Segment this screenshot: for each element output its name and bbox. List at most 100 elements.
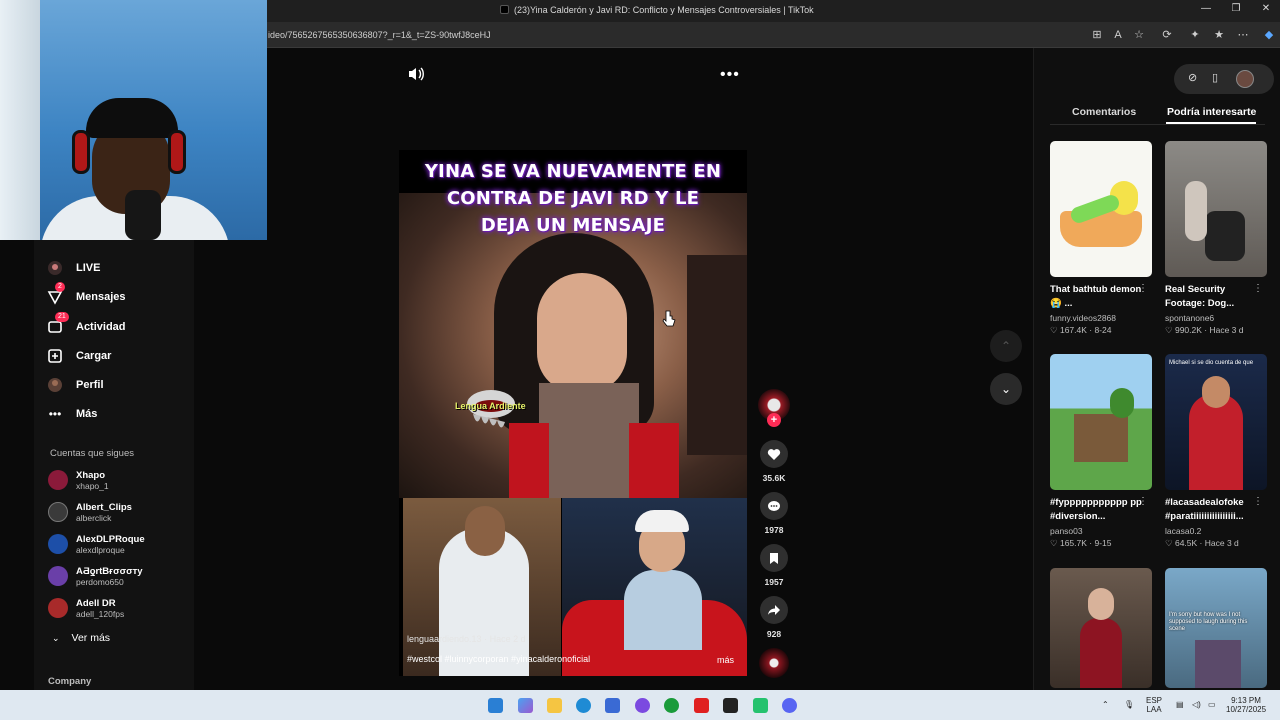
discord-icon[interactable]	[782, 698, 797, 713]
sidebar-item-messages[interactable]: 2 Mensajes	[46, 282, 126, 307]
read-aloud-icon[interactable]: A	[1111, 28, 1125, 42]
following-section-title: Cuentas que sigues	[50, 448, 134, 459]
avatar	[48, 502, 68, 522]
save-action[interactable]: 1957	[760, 544, 788, 587]
tab-title[interactable]: (23)Yina Calderón y Javi RD: Conflicto y…	[500, 5, 814, 15]
chevron-down-icon: ⌄	[1000, 382, 1012, 396]
edge-browser-icon[interactable]	[576, 698, 591, 713]
comment-action[interactable]: 1978	[760, 492, 788, 535]
app-icon[interactable]	[635, 698, 650, 713]
minimize-button[interactable]: —	[1196, 3, 1216, 14]
video-card[interactable]: #fyppppppppppp pp #diversion... ⋮ panso0…	[1050, 354, 1152, 549]
following-account[interactable]: Albert_Clips alberclick	[48, 498, 132, 526]
show-hidden-icons-icon[interactable]: ⌃	[1102, 700, 1109, 709]
network-icon[interactable]: ▤	[1176, 700, 1184, 709]
company-link[interactable]: Company	[48, 676, 91, 687]
share-action[interactable]: 928	[760, 596, 788, 639]
sidebar-item-live[interactable]: LIVE	[46, 258, 100, 278]
bookmark-icon[interactable]	[760, 544, 788, 572]
video-watermark: Lengua Ardiente	[455, 401, 526, 411]
card-options-icon[interactable]: ⋮	[1138, 283, 1148, 294]
video-thumbnail[interactable]	[1050, 141, 1152, 277]
file-explorer-icon[interactable]	[547, 698, 562, 713]
volume-tray-icon[interactable]: ◁)	[1192, 700, 1201, 709]
start-windows-icon[interactable]	[488, 698, 503, 713]
card-options-icon[interactable]: ⋮	[1138, 496, 1148, 507]
browser-menu-icon[interactable]: ⋯	[1236, 28, 1250, 42]
maximize-button[interactable]: ❐	[1226, 3, 1246, 14]
copilot-icon[interactable]: ◆	[1262, 28, 1276, 42]
music-disc-icon[interactable]	[759, 648, 789, 678]
video-card[interactable]: Michael si se dio cuenta de que #lacasad…	[1165, 354, 1267, 549]
more-dots-icon: •••	[48, 407, 62, 421]
sidebar-item-profile[interactable]: Perfil	[46, 375, 104, 395]
video-card[interactable]: I'm sorry but how was I not supposed to …	[1165, 568, 1267, 688]
left-sidebar: LIVE 2 Mensajes 21 Actividad Cargar Perf…	[34, 240, 194, 690]
see-more-button[interactable]: ⌄ Ver más	[52, 632, 110, 644]
refresh-icon[interactable]: ⟳	[1160, 28, 1174, 42]
profile-icon	[46, 376, 64, 394]
clock[interactable]: 9:13 PM 10/27/2025	[1226, 696, 1266, 714]
heart-icon[interactable]	[760, 440, 788, 468]
more-caption-link[interactable]: más	[717, 655, 734, 665]
close-window-button[interactable]: ✕	[1256, 3, 1276, 14]
battery-icon[interactable]: ▭	[1208, 700, 1216, 709]
follow-plus-button[interactable]: +	[767, 413, 781, 427]
extensions-icon[interactable]: ✦	[1188, 28, 1202, 42]
following-account[interactable]: AƋƍrtBғσσσтy perdomo650	[48, 562, 143, 590]
microphone-tray-icon[interactable]: 🎙	[1124, 700, 1134, 709]
video-hashtags[interactable]: #westcol #luinnycorporan #yinacalderonof…	[407, 654, 590, 664]
card-options-icon[interactable]: ⋮	[1253, 283, 1263, 294]
language-indicator[interactable]: ESP LAA	[1146, 696, 1162, 714]
previous-video-button[interactable]: ⌃	[990, 330, 1022, 362]
volume-icon[interactable]	[408, 67, 424, 81]
video-card[interactable]: That bathtub demon 😭 ... ⋮ funny.videos2…	[1050, 141, 1152, 336]
compass-icon[interactable]: ⊘	[1188, 71, 1197, 84]
following-account[interactable]: AlexDLPRoque alexdlproque	[48, 530, 145, 558]
windows-taskbar: ⌃ 🎙 ESP LAA ▤ ◁) ▭ 9:13 PM 10/27/2025	[0, 690, 1280, 720]
following-account[interactable]: Adell DR adell_120fps	[48, 594, 124, 622]
xbox-icon[interactable]	[664, 698, 679, 713]
next-video-button[interactable]: ⌄	[990, 373, 1022, 405]
tab-you-may-like[interactable]: Podría interesarte	[1167, 106, 1256, 118]
tab-comments[interactable]: Comentarios	[1072, 106, 1136, 118]
video-thumbnail[interactable]	[1050, 354, 1152, 490]
comment-icon[interactable]	[760, 492, 788, 520]
live-icon	[46, 259, 64, 277]
avatar	[48, 598, 68, 618]
sidebar-item-activity[interactable]: 21 Actividad	[46, 312, 126, 337]
like-action[interactable]: 35.6K	[760, 440, 788, 483]
app-available-icon[interactable]: ⊞	[1090, 28, 1104, 42]
top-right-controls: ⊘ ▯	[1174, 64, 1274, 94]
store-icon[interactable]	[605, 698, 620, 713]
url-field[interactable]: ideo/7565267565350636807?_r=1&_t=ZS-90tw…	[268, 30, 491, 40]
video-thumbnail[interactable]	[1165, 141, 1267, 277]
app-icon[interactable]	[753, 698, 768, 713]
youtube-icon[interactable]	[694, 698, 709, 713]
following-account[interactable]: Xhapo xhapo_1	[48, 466, 109, 494]
video-card[interactable]	[1050, 568, 1152, 688]
sidebar-item-upload[interactable]: Cargar	[46, 346, 111, 366]
mouse-cursor-icon	[662, 310, 676, 327]
messages-icon: 2	[46, 282, 65, 306]
favorite-star-icon[interactable]: ☆	[1132, 28, 1146, 42]
more-options-icon[interactable]: •••	[720, 66, 740, 84]
video-thumbnail[interactable]	[1050, 568, 1152, 688]
right-panel: ⊘ ▯ Comentarios Podría interesarte That …	[1033, 48, 1280, 690]
video-card[interactable]: Real Security Footage: Dog... ⋮ spontano…	[1165, 141, 1267, 336]
chevron-up-icon: ⌃	[1000, 339, 1012, 353]
video-author-line[interactable]: lenguaardiendo.13 · Hace 2 d	[407, 634, 526, 644]
widgets-icon[interactable]	[518, 698, 533, 713]
video-thumbnail[interactable]: Michael si se dio cuenta de que	[1165, 354, 1267, 490]
microphone-icon	[125, 190, 161, 240]
favorites-icon[interactable]: ★	[1212, 28, 1226, 42]
tiktok-favicon-icon	[500, 5, 509, 14]
video-player[interactable]: Lengua Ardiente YINA SE VA NUEVAMENTE EN…	[399, 150, 747, 676]
video-thumbnail[interactable]: I'm sorry but how was I not supposed to …	[1165, 568, 1267, 688]
share-icon[interactable]	[760, 596, 788, 624]
user-avatar[interactable]	[1236, 70, 1254, 88]
device-icon[interactable]: ▯	[1212, 71, 1218, 84]
card-options-icon[interactable]: ⋮	[1253, 496, 1263, 507]
audio-app-icon[interactable]	[723, 698, 738, 713]
sidebar-item-more[interactable]: ••• Más	[46, 404, 98, 424]
